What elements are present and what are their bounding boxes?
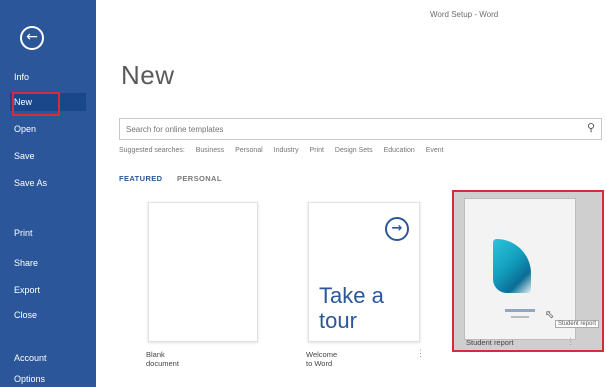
nav-item-options[interactable]: Options <box>10 370 86 388</box>
template-label: Blank document <box>146 350 179 368</box>
new-highlight-box <box>12 92 60 116</box>
nav-item-share[interactable]: Share <box>10 254 86 272</box>
suggested-label: Suggested searches: <box>119 147 185 154</box>
suggested-print[interactable]: Print <box>310 147 324 154</box>
template-label: Student report <box>466 338 514 347</box>
nav-item-save-as[interactable]: Save As <box>10 174 86 192</box>
page-title: New <box>121 60 175 90</box>
cover-title-line <box>505 309 535 312</box>
suggested-searches: Suggested searches: Business Personal In… <box>119 147 453 154</box>
tooltip: Student report <box>555 320 600 328</box>
template-tabs: FEATURED PERSONAL <box>119 174 234 183</box>
blank-thumbnail[interactable] <box>148 202 258 342</box>
tab-featured[interactable]: FEATURED <box>119 174 162 183</box>
backstage-nav: ← Info New Open Save Save As Print Share… <box>0 0 96 387</box>
arrow-right-icon: → <box>385 217 409 241</box>
tour-text: Take a tour <box>319 283 384 333</box>
template-label: Welcome to Word <box>306 350 338 368</box>
nav-item-print[interactable]: Print <box>10 224 86 242</box>
tour-thumbnail[interactable]: → Take a tour <box>308 202 420 342</box>
nav-item-account[interactable]: Account <box>10 349 86 367</box>
cover-subtitle-line <box>511 316 529 318</box>
nav-item-close[interactable]: Close <box>10 306 86 324</box>
cover-image <box>493 239 531 293</box>
suggested-event[interactable]: Event <box>426 147 444 154</box>
search-icon[interactable]: ⚲ <box>587 121 595 134</box>
mouse-cursor-icon: ⬁ <box>545 308 555 321</box>
nav-item-info[interactable]: Info <box>10 68 86 86</box>
nav-item-export[interactable]: Export <box>10 281 86 299</box>
pin-icon[interactable]: ⋮ <box>566 336 575 347</box>
report-thumbnail[interactable] <box>464 198 576 340</box>
nav-item-save[interactable]: Save <box>10 147 86 165</box>
suggested-business[interactable]: Business <box>196 147 224 154</box>
search-input[interactable] <box>120 119 568 140</box>
suggested-personal[interactable]: Personal <box>235 147 263 154</box>
nav-item-open[interactable]: Open <box>10 120 86 138</box>
search-box: ⚲ <box>119 118 602 140</box>
tab-personal[interactable]: PERSONAL <box>177 174 222 183</box>
back-arrow-icon[interactable]: ← <box>20 26 44 50</box>
pin-icon[interactable]: ⋮ <box>416 348 425 359</box>
suggested-industry[interactable]: Industry <box>274 147 299 154</box>
window-title: Word Setup - Word <box>430 10 499 19</box>
suggested-education[interactable]: Education <box>384 147 415 154</box>
suggested-design-sets[interactable]: Design Sets <box>335 147 373 154</box>
